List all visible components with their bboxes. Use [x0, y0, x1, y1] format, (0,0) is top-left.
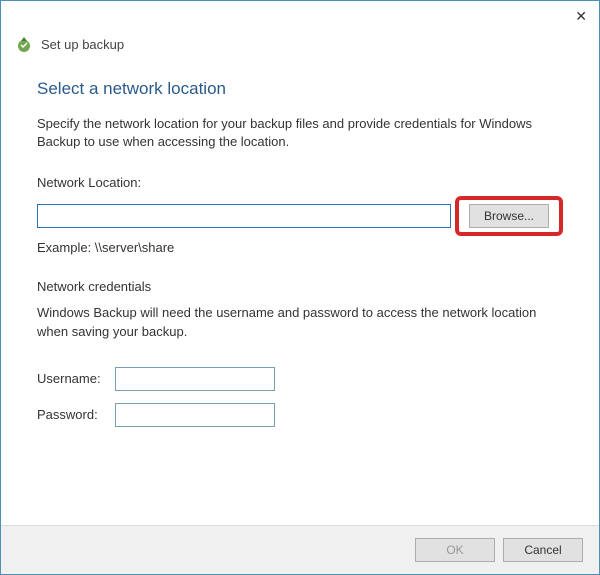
- cancel-button[interactable]: Cancel: [503, 538, 583, 562]
- network-location-label: Network Location:: [37, 175, 563, 190]
- browse-button[interactable]: Browse...: [469, 204, 549, 228]
- example-text: Example: \\server\share: [37, 240, 563, 255]
- credentials-heading: Network credentials: [37, 279, 563, 294]
- username-label: Username:: [37, 371, 115, 386]
- backup-icon: [15, 35, 33, 53]
- content-area: Select a network location Specify the ne…: [1, 61, 599, 525]
- page-description: Specify the network location for your ba…: [37, 115, 563, 151]
- browse-highlight: Browse...: [455, 196, 563, 236]
- password-row: Password:: [37, 403, 563, 427]
- dialog-header: Set up backup: [1, 31, 599, 61]
- password-input[interactable]: [115, 403, 275, 427]
- dialog-footer: OK Cancel: [1, 525, 599, 574]
- close-icon[interactable]: ✕: [575, 8, 587, 25]
- credentials-description: Windows Backup will need the username an…: [37, 304, 563, 340]
- network-location-row: Browse...: [37, 196, 563, 236]
- dialog-title: Set up backup: [41, 37, 124, 52]
- page-heading: Select a network location: [37, 79, 563, 99]
- dialog-window: ✕ Set up backup Select a network locatio…: [0, 0, 600, 575]
- ok-button[interactable]: OK: [415, 538, 495, 562]
- password-label: Password:: [37, 407, 115, 422]
- username-input[interactable]: [115, 367, 275, 391]
- network-location-input[interactable]: [37, 204, 451, 228]
- username-row: Username:: [37, 367, 563, 391]
- titlebar: ✕: [1, 1, 599, 31]
